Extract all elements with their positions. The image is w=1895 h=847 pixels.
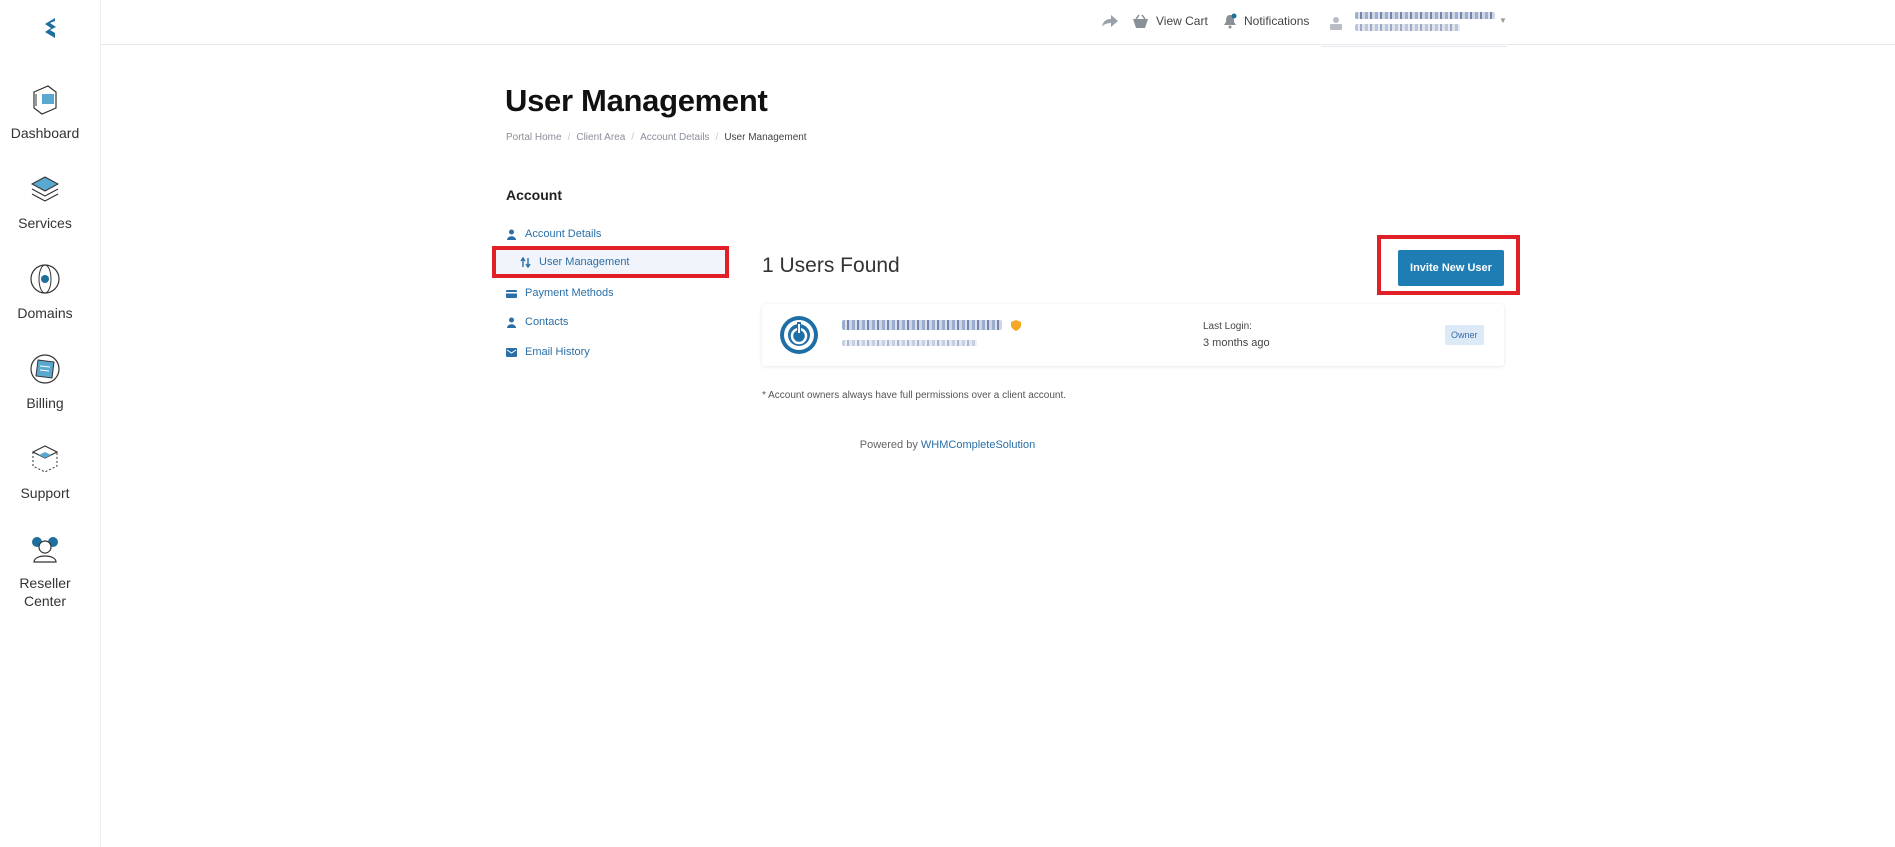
last-login-value: 3 months ago (1203, 337, 1270, 349)
user-email-redacted (842, 340, 977, 346)
breadcrumb-client-area[interactable]: Client Area (576, 132, 625, 143)
sidebar-item-label: Domains (17, 305, 73, 321)
user-name-redacted (1355, 12, 1495, 19)
users-found-count: 1 Users Found (762, 254, 900, 277)
sidebar-item-label: Support (20, 485, 70, 501)
view-cart-label: View Cart (1156, 14, 1208, 28)
user-icon (507, 317, 516, 328)
user-icon (1330, 17, 1342, 30)
breadcrumb-separator: / (631, 132, 635, 143)
user-name-redacted (842, 320, 1002, 330)
inbox-icon (506, 347, 517, 357)
sidebar-item-support[interactable]: Support (0, 442, 90, 502)
logo[interactable] (27, 16, 73, 52)
powered-by-footer: Powered by WHMCompleteSolution (0, 439, 1895, 451)
chevron-down-icon: ▼ (1499, 16, 1507, 25)
power-icon (780, 316, 818, 354)
account-menu-contacts[interactable]: Contacts (506, 312, 568, 332)
account-menu-label: Email History (525, 346, 590, 358)
account-menu-label: Contacts (525, 316, 569, 328)
breadcrumb-separator: / (567, 132, 571, 143)
sidebar-item-dashboard[interactable]: Dashboard (0, 82, 90, 142)
powered-by-prefix: Powered by (859, 439, 918, 451)
sidebar-item-label: Reseller Center (19, 575, 71, 609)
account-menu-label: Account Details (525, 228, 602, 240)
user-icon (507, 229, 516, 240)
logo-icon (45, 18, 56, 38)
shield-icon (1011, 320, 1021, 331)
dashboard-icon (33, 85, 57, 115)
breadcrumb-portal-home[interactable]: Portal Home (506, 132, 562, 143)
notifications-link[interactable]: Notifications (1223, 11, 1309, 31)
breadcrumb-current: User Management (724, 132, 807, 143)
services-icon (30, 176, 60, 202)
users-group-icon (32, 537, 58, 563)
sidebar-item-reseller-center[interactable]: Reseller Center (0, 532, 90, 610)
user-company-redacted (1355, 24, 1460, 31)
account-menu-label: Payment Methods (525, 287, 614, 299)
whmcs-link[interactable]: WHMCompleteSolution (921, 439, 1035, 451)
account-menu-payment-methods[interactable]: Payment Methods (506, 283, 614, 303)
globe-icon (30, 264, 60, 294)
share-icon[interactable] (1101, 13, 1119, 29)
swap-arrows-icon (520, 256, 531, 268)
user-account-menu[interactable]: ▼ (1321, 7, 1507, 47)
sidebar-item-services[interactable]: Services (0, 172, 90, 232)
sidebar-item-label: Services (18, 215, 72, 231)
account-menu-email-history[interactable]: Email History (506, 342, 590, 362)
sidebar-item-label: Billing (26, 395, 64, 411)
page-title: User Management (505, 83, 768, 118)
user-row[interactable]: Last Login: 3 months ago Owner (762, 304, 1504, 366)
cart-icon (1133, 14, 1148, 28)
view-cart-link[interactable]: View Cart (1132, 11, 1208, 31)
account-menu-label: User Management (539, 256, 630, 268)
account-menu-heading: Account (506, 187, 562, 203)
status-badge: Owner (1445, 325, 1484, 345)
billing-icon (30, 354, 60, 384)
credit-card-icon (506, 289, 517, 298)
account-menu-user-management[interactable]: User Management (492, 246, 729, 278)
invite-new-user-button[interactable]: Invite New User (1398, 250, 1504, 286)
last-login-label: Last Login: (1203, 321, 1252, 332)
sidebar-item-domains[interactable]: Domains (0, 262, 90, 322)
sidebar-item-label: Dashboard (10, 125, 80, 141)
breadcrumb-account-details[interactable]: Account Details (640, 132, 709, 143)
account-menu-account-details[interactable]: Account Details (506, 224, 601, 244)
sidebar-item-billing[interactable]: Billing (0, 352, 90, 412)
notifications-label: Notifications (1244, 14, 1310, 28)
owner-permissions-note: * Account owners always have full permis… (762, 390, 1067, 401)
breadcrumb-separator: / (715, 132, 719, 143)
sidebar: Dashboard Services Domains Billing Suppo… (0, 0, 101, 847)
breadcrumb: Portal Home / Client Area / Account Deta… (506, 132, 807, 143)
top-bar: View Cart Notifications ▼ (101, 0, 1895, 47)
bell-icon (1224, 13, 1237, 29)
